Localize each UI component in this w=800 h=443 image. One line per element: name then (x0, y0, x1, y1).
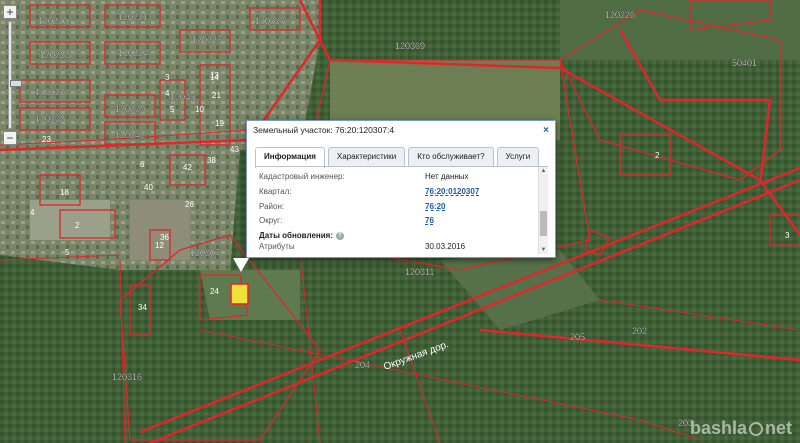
lot-number: 24 (210, 287, 219, 296)
parcel-label: 120238 (35, 114, 65, 124)
info-value: 30.03.2016 (425, 242, 466, 251)
tab-information[interactable]: Информация (255, 147, 325, 168)
popup-header: Земельный участок: 76:20:120307:4 × (247, 121, 555, 145)
info-key: Квартал: (259, 187, 292, 196)
watermark-right: net (765, 418, 792, 438)
info-row: Округ: 76 (259, 216, 534, 226)
parcel-label: 120225 (192, 35, 222, 45)
parcel-label: 50401 (732, 58, 757, 68)
parcel-label: 120220 (38, 16, 68, 26)
quarter-link[interactable]: 76:20:0120307 (425, 187, 479, 196)
lot-number: 34 (138, 303, 147, 312)
close-icon[interactable]: × (543, 125, 549, 136)
lot-number: 12 (155, 241, 164, 250)
scroll-down-icon[interactable]: ▼ (539, 246, 548, 254)
zoom-in-button[interactable]: + (3, 5, 17, 19)
zoom-control: + − (3, 5, 22, 145)
parcel-label: 120224 (118, 48, 148, 58)
okrug-link[interactable]: 76 (425, 216, 434, 225)
scrollbar-thumb[interactable] (540, 211, 547, 236)
info-key: Атрибуты (259, 242, 295, 251)
parcel-label: 120226 (605, 10, 635, 20)
parcel-label: 120226 (255, 16, 285, 26)
popup-content[interactable]: Кадастровый инженер: Нет данных Квартал:… (255, 166, 548, 254)
popup-tabs: Информация Характеристики Кто обслуживае… (255, 147, 540, 168)
tab-services[interactable]: Услуги (496, 147, 540, 167)
lot-number: 4 (30, 208, 35, 217)
lot-number: 38 (207, 156, 216, 165)
parcel-label: 120228 (40, 50, 70, 60)
parcel-label: 120239 (115, 104, 145, 114)
parcel-label: 202 (632, 326, 647, 336)
parcel-label: 120307 (190, 248, 220, 258)
info-key: Кадастровый инженер: (259, 172, 345, 181)
tab-who-serves[interactable]: Кто обслуживает? (408, 147, 494, 167)
parcel-label: 120369 (395, 41, 425, 51)
lot-number: 3 (785, 231, 790, 240)
watermark-left: bashla (689, 418, 747, 438)
info-row: Кадастровый инженер: Нет данных (259, 172, 534, 182)
parcel-label: 120223 (35, 87, 65, 97)
parcel-label: 204 (355, 360, 370, 370)
lot-number: 10 (195, 105, 204, 114)
zoom-out-button[interactable]: − (3, 131, 17, 145)
info-key: Округ: (259, 216, 283, 225)
lot-number: 4 (165, 89, 170, 98)
info-key: Район: (259, 202, 285, 211)
selected-parcel[interactable] (230, 283, 249, 305)
tab-characteristics[interactable]: Характеристики (327, 147, 406, 167)
scroll-up-icon[interactable]: ▲ (539, 167, 548, 175)
updates-section: Даты обновления:? (259, 231, 344, 240)
parcel-label: 12045 (170, 92, 195, 102)
watermark: bashla net (690, 418, 792, 439)
info-row: Атрибуты 30.03.2016 (259, 242, 534, 252)
district-link[interactable]: 76:20 (425, 202, 445, 211)
zoom-slider-thumb[interactable] (10, 80, 22, 87)
lot-number: 2 (75, 221, 80, 230)
parcel-label: 120221 (118, 12, 148, 22)
parcel-label: 120311 (405, 267, 434, 277)
lot-number: 21 (212, 91, 221, 100)
popup-title: Земельный участок: 76:20:120307:4 (253, 125, 395, 135)
lot-number: 36 (160, 233, 169, 242)
zoom-slider-track[interactable] (8, 21, 22, 129)
parcel-info-popup: Земельный участок: 76:20:120307:4 × Инфо… (233, 120, 556, 272)
lot-number: 40 (144, 183, 153, 192)
watermark-dot-icon (749, 422, 763, 437)
parcel-label: 120316 (112, 372, 142, 382)
updates-title: Даты обновления: (259, 231, 333, 240)
lot-number: 14 (210, 73, 219, 82)
lot-number: 19 (215, 119, 224, 128)
popup-scrollbar[interactable]: ▲ ▼ (538, 167, 548, 254)
lot-number: 5 (170, 105, 175, 114)
popup-pointer (233, 258, 249, 272)
lot-number: 18 (60, 188, 69, 197)
info-row: Район: 76:20 (259, 202, 534, 212)
lot-number: 5 (65, 248, 70, 257)
lot-number: 26 (185, 200, 194, 209)
info-row: Квартал: 76:20:0120307 (259, 187, 534, 197)
lot-number: 6 (140, 160, 145, 169)
lot-number: 2 (655, 151, 660, 160)
lot-number: 42 (183, 163, 192, 172)
lot-number: 3 (165, 73, 170, 82)
lot-number: 43 (230, 145, 239, 154)
parcel-label: 120242 (115, 130, 145, 140)
lot-number: 23 (42, 135, 51, 144)
info-value: Нет данных (425, 172, 469, 181)
parcel-label: 205 (570, 332, 585, 342)
help-icon[interactable]: ? (336, 231, 344, 240)
